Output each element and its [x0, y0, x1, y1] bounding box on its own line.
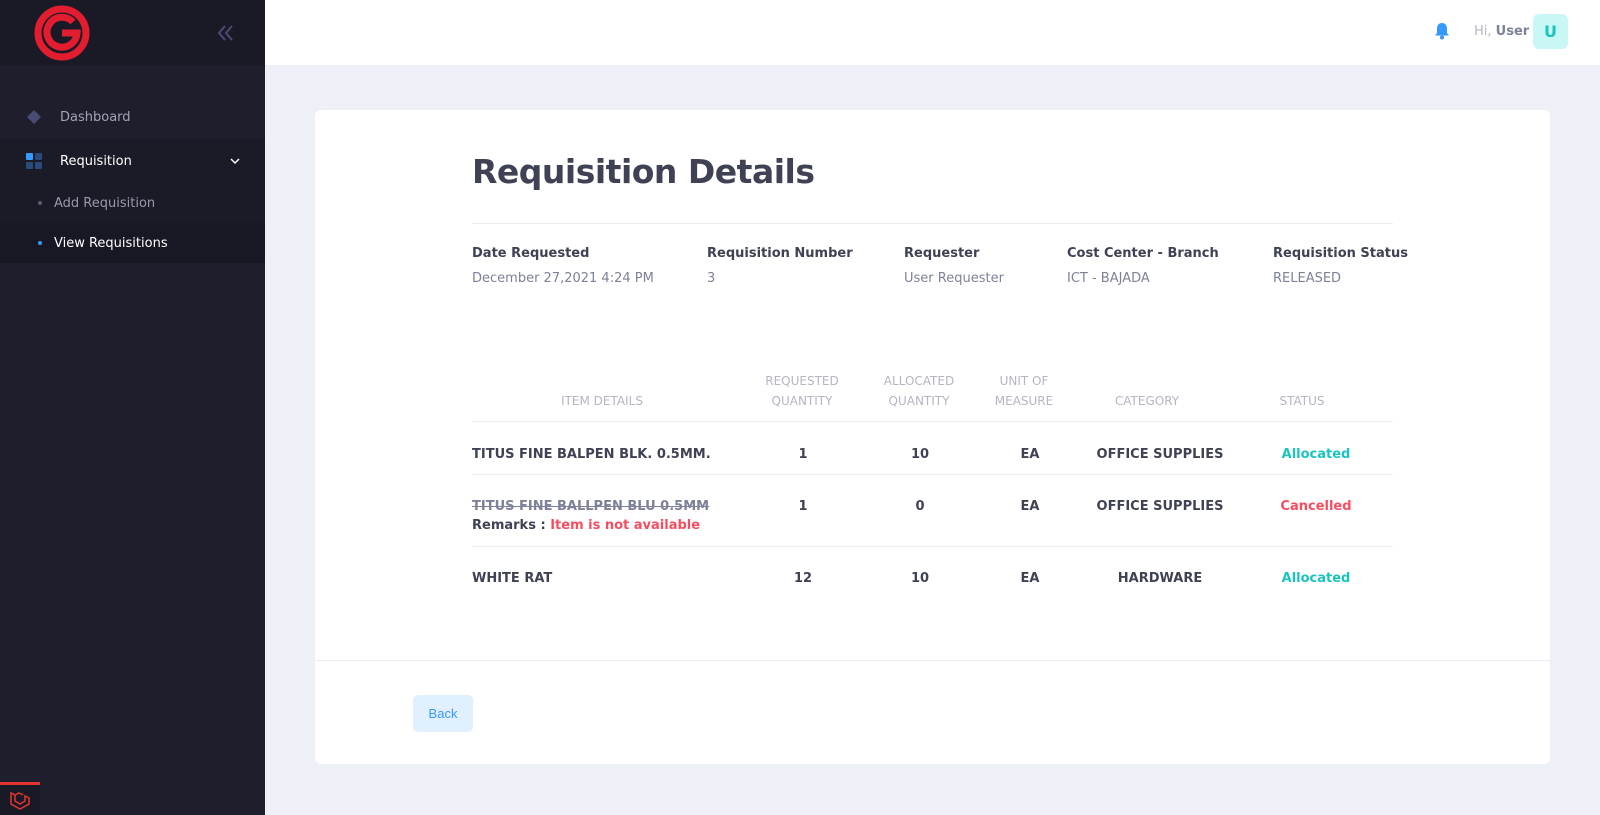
- table-row: TITUS FINE BALLPEN BLU 0.5MM Remarks : I…: [472, 475, 1393, 547]
- user-name: User: [1495, 24, 1530, 39]
- category: OFFICE SUPPLIES: [1096, 499, 1224, 514]
- divider: [472, 223, 1393, 224]
- sidebar-subitem-label: Add Requisition: [54, 195, 156, 211]
- table-header: Item Details Requested Quantity Allocate…: [472, 365, 1393, 422]
- date-requested-label: Date Requested: [472, 246, 590, 261]
- item-name: TITUS FINE BALLPEN BLU 0.5MM: [472, 499, 710, 514]
- bullet-icon: [38, 201, 42, 205]
- category: HARDWARE: [1117, 571, 1203, 586]
- requisition-status-label: Requisition Status: [1273, 246, 1408, 261]
- requester-label: Requester: [904, 246, 980, 261]
- cost-center-value: ICT - BAJADA: [1067, 271, 1150, 286]
- sidebar-item-label: Dashboard: [60, 109, 131, 125]
- sidebar-item-label: Requisition: [60, 153, 132, 169]
- column-header: Unit of Measure: [994, 374, 1054, 408]
- unit-of-measure: EA: [1020, 499, 1040, 514]
- sidebar: Dashboard Requisition Add Requisition Vi…: [0, 0, 265, 815]
- requisition-status-value: RELEASED: [1273, 271, 1342, 286]
- card-footer-divider: [315, 660, 1550, 661]
- dashboard-icon: [25, 108, 43, 126]
- column-header: Status: [1279, 394, 1325, 408]
- date-requested-field: Date Requested December 27,2021 4:24 PM: [472, 246, 654, 286]
- sidebar-item-dashboard[interactable]: Dashboard: [0, 95, 265, 139]
- status-badge: Allocated: [1281, 571, 1351, 586]
- requisition-status-field: Requisition Status RELEASED: [1273, 246, 1408, 286]
- requisition-details-card: Requisition Details Date Requested Decem…: [315, 110, 1550, 764]
- allocated-quantity: 10: [910, 571, 930, 586]
- sidebar-menu: Dashboard Requisition Add Requisition Vi…: [0, 65, 265, 263]
- back-button[interactable]: Back: [413, 695, 473, 732]
- collapse-icon[interactable]: [214, 22, 236, 44]
- avatar[interactable]: U: [1533, 14, 1568, 49]
- item-name: TITUS FINE BALPEN BLK. 0.5MM.: [472, 447, 711, 462]
- bullet-icon: [38, 241, 42, 245]
- sidebar-subitem-view-requisitions[interactable]: View Requisitions: [0, 223, 265, 263]
- sidebar-item-requisition[interactable]: Requisition: [0, 139, 265, 183]
- bell-icon[interactable]: [1432, 21, 1452, 41]
- table-row: WHITE RAT 12 10 EA HARDWARE Allocated: [472, 547, 1393, 600]
- category: OFFICE SUPPLIES: [1096, 447, 1224, 462]
- table-row: TITUS FINE BALPEN BLK. 0.5MM. 1 10 EA OF…: [472, 422, 1393, 475]
- requester-value: User Requester: [904, 271, 1004, 286]
- sidebar-subitem-label: View Requisitions: [54, 235, 168, 251]
- items-table: Item Details Requested Quantity Allocate…: [472, 365, 1393, 600]
- requested-quantity: 1: [798, 499, 808, 514]
- requisition-number-label: Requisition Number: [707, 246, 853, 261]
- brand-bar: [0, 0, 265, 65]
- requester-field: Requester User Requester: [904, 246, 1004, 286]
- status-badge: Allocated: [1281, 447, 1351, 462]
- item-name: WHITE RAT: [472, 571, 553, 586]
- allocated-quantity: 0: [915, 499, 925, 514]
- status-badge: Cancelled: [1280, 499, 1352, 514]
- item-remarks: Remarks : Item is not available: [472, 518, 700, 533]
- unit-of-measure: EA: [1020, 571, 1040, 586]
- remarks-value: Item is not available: [550, 518, 701, 533]
- column-header: Allocated Quantity: [883, 374, 955, 408]
- logo-icon[interactable]: [33, 4, 91, 62]
- requisition-number-value: 3: [707, 271, 716, 286]
- date-requested-value: December 27,2021 4:24 PM: [472, 271, 654, 286]
- requested-quantity: 12: [793, 571, 813, 586]
- column-header: Category: [1114, 394, 1180, 408]
- laravel-icon: [10, 791, 30, 810]
- page-title: Requisition Details: [472, 152, 815, 191]
- unit-of-measure: EA: [1020, 447, 1040, 462]
- column-header: Item Details: [561, 394, 643, 408]
- cost-center-label: Cost Center - Branch: [1067, 246, 1219, 261]
- laravel-debugbar-toggle[interactable]: [0, 782, 40, 815]
- requisition-icon: [25, 152, 43, 170]
- cost-center-field: Cost Center - Branch ICT - BAJADA: [1067, 246, 1219, 286]
- column-header: Requested Quantity: [765, 374, 839, 408]
- sidebar-subitem-add-requisition[interactable]: Add Requisition: [0, 183, 265, 223]
- chevron-down-icon: [230, 158, 240, 165]
- requested-quantity: 1: [798, 447, 808, 462]
- remarks-label: Remarks :: [472, 518, 546, 533]
- user-greeting[interactable]: Hi, User: [1474, 24, 1529, 39]
- requisition-number-field: Requisition Number 3: [707, 246, 853, 286]
- top-header: [265, 0, 1600, 65]
- greeting-text: Hi,: [1474, 24, 1492, 39]
- requisition-submenu: Add Requisition View Requisitions: [0, 183, 265, 263]
- allocated-quantity: 10: [910, 447, 930, 462]
